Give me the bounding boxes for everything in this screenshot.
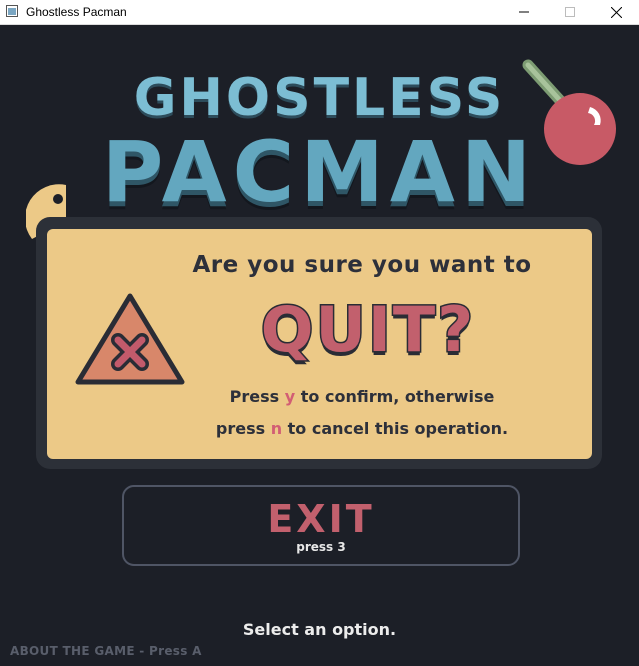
cancel-hint-suffix: to cancel this operation. — [282, 419, 509, 438]
window-title: Ghostless Pacman — [26, 5, 127, 19]
maximize-button[interactable] — [547, 0, 593, 24]
cherry-icon — [522, 59, 616, 165]
cancel-hint: press n to cancel this operation. — [150, 419, 574, 438]
exit-button[interactable]: EXIT press 3 — [122, 485, 520, 566]
confirm-hint: Press y to confirm, otherwise — [150, 387, 574, 406]
exit-button-label: EXIT — [267, 497, 375, 541]
quit-headline: QUIT? — [259, 292, 476, 368]
close-icon — [610, 6, 622, 18]
cancel-key: n — [270, 419, 283, 438]
minimize-button[interactable] — [501, 0, 547, 24]
exit-button-shortcut: press 3 — [296, 540, 346, 554]
confirm-key: y — [284, 387, 296, 406]
select-option-prompt: Select an option. — [242, 620, 397, 639]
window-title-bar: Ghostless Pacman — [0, 0, 639, 25]
warning-x-icon — [75, 293, 185, 385]
cancel-hint-prefix: press — [215, 419, 271, 438]
about-game-hint[interactable]: ABOUT THE GAME - Press A — [10, 644, 202, 658]
game-canvas: GHOSTLESS PACMAN Are you sure you want t… — [0, 25, 639, 666]
maximize-icon — [565, 7, 575, 17]
confirm-hint-prefix: Press — [229, 387, 285, 406]
quit-question: Are you sure you want to — [192, 252, 532, 278]
minimize-icon — [519, 11, 529, 13]
confirm-hint-suffix: to confirm, otherwise — [295, 387, 495, 406]
app-icon — [6, 5, 18, 17]
close-button[interactable] — [593, 0, 639, 24]
